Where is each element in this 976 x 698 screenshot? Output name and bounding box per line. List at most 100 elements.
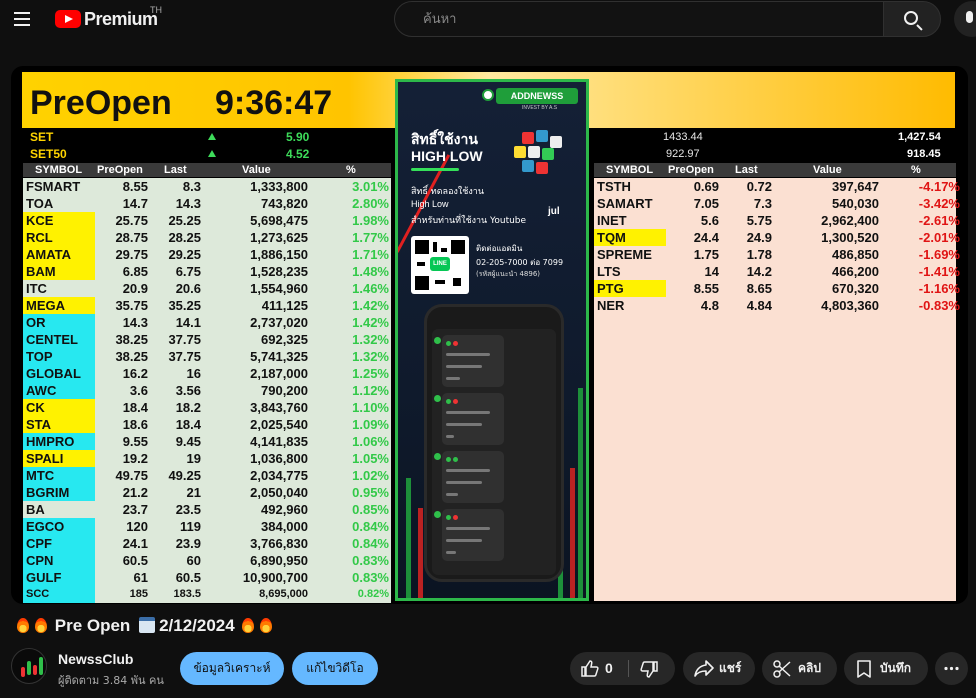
value-cell: 1,300,520	[821, 230, 879, 245]
last-cell: 28.25	[168, 230, 201, 245]
youtube-play-icon	[55, 10, 81, 28]
preopen-cell: 60.5	[122, 553, 148, 568]
last-cell: 18.2	[175, 400, 201, 415]
index-value: 922.97	[666, 148, 700, 160]
share-button[interactable]: แชร์	[683, 652, 755, 685]
symbol-cell: TOA	[26, 196, 54, 211]
dislike-button[interactable]	[629, 652, 675, 685]
symbol-cell: SAMART	[597, 196, 653, 211]
fire-icon	[35, 618, 47, 633]
value-cell: 1,528,235	[250, 264, 308, 279]
last-cell: 23.5	[175, 502, 201, 517]
table-row: SPALI 19.2 19 1,036,800 1.05%	[23, 450, 391, 467]
value-cell: 5,741,325	[250, 349, 308, 364]
cubes-icon	[508, 126, 568, 176]
subscriber-count: ผู้ติดตาม 3.84 พัน คน	[58, 674, 164, 687]
phone-screen	[432, 329, 556, 575]
value-cell: 2,962,400	[821, 213, 879, 228]
last-cell: 8.3	[182, 179, 201, 194]
clip-button[interactable]: คลิป	[762, 652, 837, 685]
percent-cell: 1.42%	[352, 298, 389, 313]
edit-video-button[interactable]: แก้ไขวิดีโอ	[292, 652, 378, 685]
index-name: SET	[30, 130, 54, 144]
channel-name[interactable]: NewssClub	[58, 651, 133, 667]
voice-search-button[interactable]	[954, 1, 976, 37]
losers-table-background	[594, 314, 956, 601]
value-cell: 492,960	[261, 502, 308, 517]
value-cell: 1,554,960	[250, 281, 308, 296]
preopen-cell: 19.2	[122, 451, 148, 466]
percent-cell: 1.09%	[352, 417, 389, 432]
last-cell: 4.84	[746, 298, 772, 313]
symbol-cell: GULF	[26, 570, 62, 585]
col-value: Value	[242, 164, 271, 176]
advertisement-panel: ADDNEWSS INVEST BY A.S สิทธิ์ใช้งาน HIGH…	[395, 79, 589, 601]
video-title-date: 2/12/2024	[159, 616, 235, 635]
last-cell: 29.25	[168, 247, 201, 262]
percent-cell: -3.42%	[918, 196, 960, 211]
percent-cell: 1.32%	[352, 349, 389, 364]
table-row: BAM 6.85 6.75 1,528,235 1.48%	[23, 263, 391, 280]
clip-label: คลิป	[798, 661, 821, 675]
symbol-cell: SCC	[26, 588, 50, 600]
preopen-cell: 16.2	[122, 366, 148, 381]
search-icon	[904, 11, 918, 25]
symbol-cell: KCE	[26, 213, 54, 228]
last-cell: 0.72	[746, 179, 772, 194]
value-cell: 486,850	[832, 247, 879, 262]
more-actions-button[interactable]	[935, 652, 968, 685]
last-cell: 5.75	[746, 213, 772, 228]
preopen-cell: 5.6	[700, 213, 719, 228]
table-row: INET 5.6 5.75 2,962,400 -2.61%	[594, 212, 960, 229]
percent-cell: -0.83%	[918, 298, 960, 313]
preopen-cell: 3.6	[129, 383, 148, 398]
table-row: STA 18.6 18.4 2,025,540 1.09%	[23, 416, 391, 433]
table-row: SPREME 1.75 1.78 486,850 -1.69%	[594, 246, 960, 263]
percent-cell: 1.25%	[352, 366, 389, 381]
menu-icon[interactable]	[8, 6, 36, 32]
fire-icon	[17, 618, 29, 633]
table-row: CK 18.4 18.2 3,843,760 1.10%	[23, 399, 391, 416]
search-button[interactable]	[883, 1, 941, 37]
preopen-cell: 38.25	[115, 349, 148, 364]
calendar-icon	[139, 617, 156, 633]
more-dots-icon	[944, 666, 959, 671]
qr-code: LINE	[411, 236, 469, 294]
table-row: SCC 185 183.5 8,695,000 0.82%	[23, 586, 391, 603]
last-cell: 183.5	[173, 588, 201, 600]
last-cell: 60.5	[175, 570, 201, 585]
value-cell: 692,325	[261, 332, 308, 347]
index-close: 918.45	[907, 148, 941, 160]
like-button[interactable]: 0	[570, 652, 628, 685]
value-cell: 3,843,760	[250, 400, 308, 415]
last-cell: 37.75	[168, 349, 201, 364]
value-cell: 2,050,040	[250, 485, 308, 500]
logo-text: Premium	[84, 9, 158, 29]
value-cell: 670,320	[832, 281, 879, 296]
ad-text: สิทธิ์ ทดลองใช้งาน	[411, 187, 484, 197]
table-row: OR 14.3 14.1 2,737,020 1.42%	[23, 314, 391, 331]
value-cell: 540,030	[832, 196, 879, 211]
gainers-header: SYMBOL PreOpen Last Value %	[23, 163, 391, 177]
save-button[interactable]: บันทึก	[844, 652, 928, 685]
preopen-cell: 61	[133, 570, 148, 585]
analytics-button[interactable]: ข้อมูลวิเคราะห์	[180, 652, 284, 685]
percent-cell: 3.01%	[352, 179, 389, 194]
last-cell: 24.9	[746, 230, 772, 245]
table-row: AMATA 29.75 29.25 1,886,150 1.71%	[23, 246, 391, 263]
search-input[interactable]	[395, 2, 883, 36]
last-cell: 49.25	[168, 468, 201, 483]
percent-cell: -2.61%	[918, 213, 960, 228]
preopen-cell: 14.3	[122, 315, 148, 330]
last-cell: 18.4	[175, 417, 201, 432]
index-close: 1,427.54	[898, 131, 941, 143]
table-row: EGCO 120 119 384,000 0.84%	[23, 518, 391, 535]
table-row: FSMART 8.55 8.3 1,333,800 3.01%	[23, 178, 391, 195]
video-player[interactable]: PreOpen 9:36:47 SET 5.90 SET50 4.52 1433…	[11, 66, 968, 604]
table-row: RCL 28.75 28.25 1,273,625 1.77%	[23, 229, 391, 246]
percent-cell: 1.77%	[352, 230, 389, 245]
symbol-cell: TOP	[26, 349, 53, 364]
channel-avatar[interactable]	[11, 648, 47, 684]
preopen-cell: 24.1	[122, 536, 148, 551]
value-cell: 466,200	[832, 264, 879, 279]
